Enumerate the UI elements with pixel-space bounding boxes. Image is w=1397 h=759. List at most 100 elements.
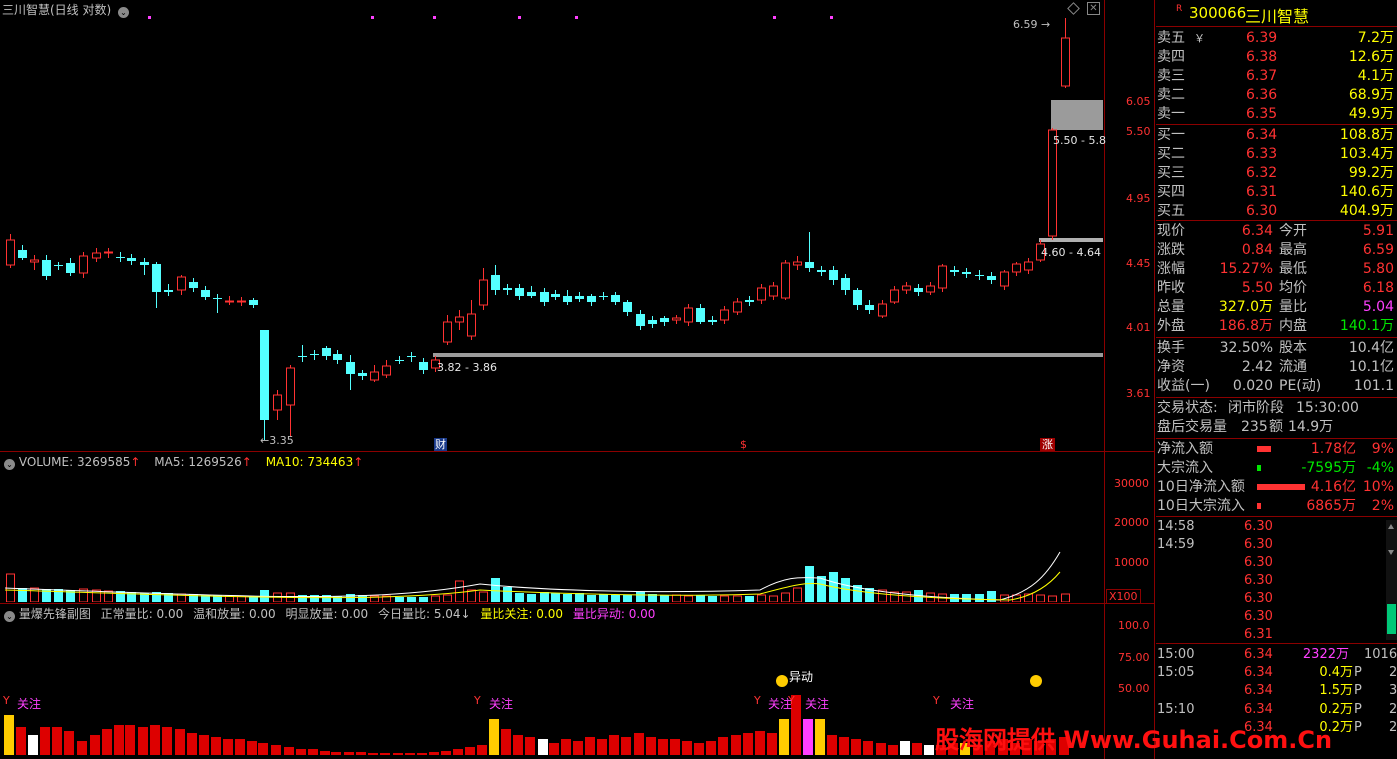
price-axis-label: 3.61 (1126, 387, 1151, 400)
indicator-bar (296, 749, 306, 755)
tick-time: 14:58 (1157, 519, 1195, 534)
money-flow-percent: 9% (1371, 441, 1394, 457)
candle-body (177, 276, 186, 291)
stock-name: 三川智慧 (1245, 7, 1310, 26)
candle-body (817, 270, 826, 272)
tick-row: 14:58 6.30 (1156, 518, 1397, 536)
after-hours-label: 盘后交易量 (1157, 419, 1227, 435)
indicator-bar (356, 752, 366, 755)
indicator-bar (90, 735, 100, 755)
indicator-bar (863, 741, 873, 755)
bid-row: 买四 6.31 140.6万 (1156, 183, 1397, 202)
ask-row: 卖四 6.38 12.6万 (1156, 48, 1397, 67)
chart-title-bar[interactable]: 三川智慧(日线 对数) ⌄ (2, 3, 130, 18)
candle-body (599, 296, 608, 297)
stat-value: 5.91 (1362, 223, 1394, 239)
stat-label: 股本 (1279, 340, 1307, 356)
r-flag: R (1176, 4, 1183, 14)
tick-row: 15:00 6.34 2322万 1016 (1156, 646, 1397, 664)
scroll-up-arrow[interactable] (1388, 524, 1394, 529)
stock-terminal: 三川智慧(日线 对数) ⌄ ✕ 6.05 5.50 4.95 4.45 4.01… (0, 0, 1397, 759)
price-gap-band (433, 353, 1103, 357)
indicator-bar (284, 747, 294, 755)
tick-price: 6.30 (1244, 519, 1273, 534)
candle-body (962, 272, 971, 274)
indicator-bar (851, 739, 861, 755)
indicator-bar (175, 729, 185, 755)
volume-bar (527, 594, 536, 602)
ask-level-label: 卖四 (1157, 49, 1185, 65)
stat-label: 均价 (1279, 280, 1307, 296)
anomaly-signal-label: 异动 (789, 670, 814, 684)
indicator-bar (16, 727, 26, 755)
indicator-bar (331, 752, 341, 755)
limit-up-event-marker[interactable]: 涨 (1040, 438, 1055, 451)
trade-time: 15:30:00 (1296, 400, 1359, 416)
obvious-volume-label: 明显放量 (285, 607, 334, 621)
volume-bar (611, 595, 620, 602)
volume-chart[interactable] (0, 452, 1104, 602)
stat-value: 5.50 (1241, 280, 1273, 296)
tick-price: 6.30 (1244, 555, 1273, 570)
candle-body (358, 373, 367, 376)
candle-body (611, 295, 620, 302)
ask-price: 6.38 (1246, 49, 1278, 65)
volume-bar (1061, 593, 1070, 602)
stat-label: PE(动) (1279, 378, 1322, 394)
candle-body (6, 239, 15, 266)
indicator-bar (549, 743, 559, 755)
candle-body (491, 275, 500, 290)
candle-body (515, 288, 524, 296)
candlestick-chart[interactable] (0, 0, 1104, 451)
candle-body (648, 320, 657, 324)
candle-body (975, 275, 984, 276)
volume-bar (30, 587, 39, 602)
candle-body (127, 258, 136, 261)
normal-ratio-value: 0.00 (156, 607, 184, 621)
indicator-bar (924, 745, 934, 755)
price-gap-band (1051, 100, 1103, 130)
volume-bar (902, 591, 911, 602)
bid-row: 买三 6.32 99.2万 (1156, 164, 1397, 183)
candle-body (249, 300, 258, 305)
indicator-bar (271, 745, 281, 755)
top-event-dot (830, 16, 833, 19)
indicator-bar (211, 737, 221, 755)
collapse-icon[interactable]: ⌄ (118, 7, 130, 18)
scroll-down-arrow[interactable] (1388, 550, 1394, 555)
volume-bar (672, 594, 681, 602)
dividend-event-marker[interactable]: $ (740, 438, 747, 451)
orderbook-divider (1156, 220, 1397, 221)
bid-level-label: 买三 (1157, 165, 1185, 181)
tick-row: 6.30 (1156, 554, 1397, 572)
collapse-icon[interactable]: ⌄ (4, 459, 15, 470)
indicator-bar (731, 735, 741, 755)
finance-event-marker[interactable]: 财 (434, 438, 447, 451)
stat-row: 涨幅 15.27% 最低 5.80 (1156, 260, 1397, 279)
indicator-bar (827, 735, 837, 755)
tick-volume: 0.4万 (1319, 665, 1353, 681)
indicator-bar (52, 727, 62, 755)
volume-value: 3269585 (76, 455, 131, 469)
stat-label: 最低 (1279, 261, 1307, 277)
candle-body (563, 296, 572, 302)
candle-body (407, 356, 416, 357)
money-flow-value: 1.78亿 (1310, 441, 1356, 457)
indicator-bar (247, 741, 257, 755)
collapse-icon[interactable]: ⌄ (4, 611, 15, 622)
bid-row: 买二 6.33 103.4万 (1156, 145, 1397, 164)
indicator-bar (235, 739, 245, 755)
indicator-bar (77, 741, 87, 755)
indicator-bar (308, 749, 318, 755)
trade-status-row: 交易状态: 闭市阶段 15:30:00 (1156, 399, 1397, 418)
candle-body (18, 250, 27, 258)
tick-volume: 2322万 (1302, 647, 1349, 662)
tick-scrollbar[interactable] (1386, 520, 1397, 640)
indicator-bar (706, 741, 716, 755)
stat-label: 外盘 (1157, 318, 1185, 334)
window-close-button[interactable]: ✕ (1087, 2, 1100, 15)
focus-signal-label: 关注 (489, 697, 514, 711)
indicator-bar (767, 733, 777, 755)
scroll-thumb[interactable] (1387, 604, 1396, 634)
stat-value: 140.1万 (1339, 318, 1394, 334)
